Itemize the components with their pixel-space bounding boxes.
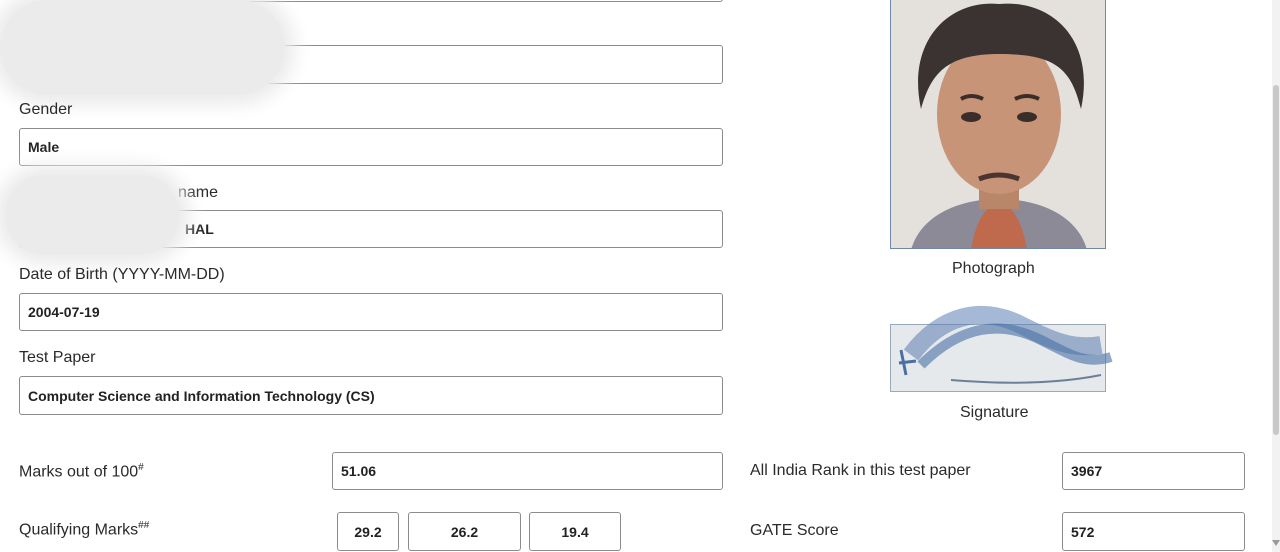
rank-label: All India Rank in this test paper: [750, 462, 971, 479]
signature-caption: Signature: [960, 404, 1029, 421]
gate-score-label: GATE Score: [750, 522, 839, 539]
redaction-blur-top: [0, 0, 285, 95]
top-partial-field: [220, 0, 723, 2]
test-paper-label: Test Paper: [19, 349, 96, 366]
gender-label: Gender: [19, 101, 73, 118]
parent-name-label-suffix: name: [178, 184, 219, 201]
person-photo-icon: [891, 0, 1105, 248]
rank-field: 3967: [1062, 452, 1245, 490]
qualifying-marks-obc: 26.2: [408, 512, 521, 551]
signature-box: [890, 306, 1113, 392]
scrollbar-thumb[interactable]: [1273, 85, 1279, 435]
qualifying-marks-general: 29.2: [337, 512, 399, 551]
qualifying-marks-label: Qualifying Marks##: [19, 520, 150, 539]
test-paper-field: Computer Science and Information Technol…: [19, 376, 723, 415]
candidate-photo: [890, 0, 1106, 249]
qualifying-marks-sc-st: 19.4: [529, 512, 621, 551]
scrollbar[interactable]: [1272, 0, 1280, 552]
marks-field: 51.06: [332, 452, 723, 490]
photo-caption: Photograph: [952, 260, 1035, 277]
signature-scribble-icon: [898, 306, 1113, 384]
gender-field: Male: [19, 128, 723, 166]
redaction-blur-middle: [5, 175, 180, 255]
scroll-down-arrow-icon[interactable]: [1272, 540, 1280, 546]
dob-field: 2004-07-19: [19, 293, 723, 331]
marks-label: Marks out of 100#: [19, 462, 144, 481]
dob-label: Date of Birth (YYYY-MM-DD): [19, 266, 225, 283]
gate-score-field: 572: [1062, 512, 1245, 551]
qualifying-footnote-marker: ##: [138, 520, 150, 531]
marks-footnote-marker: #: [138, 462, 144, 473]
